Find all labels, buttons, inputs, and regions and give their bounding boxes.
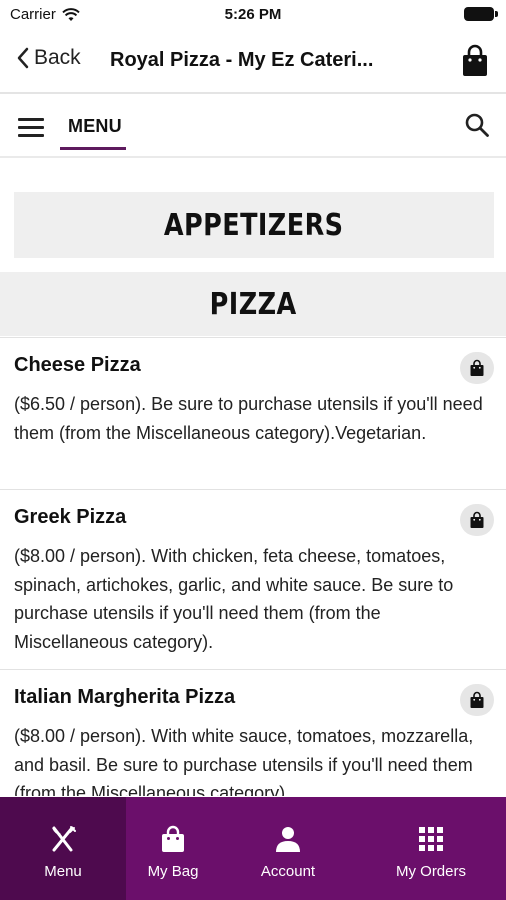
shopping-bag-icon (470, 511, 484, 528)
tab-label: Menu (44, 863, 82, 880)
menu-toolbar: MENU (0, 96, 506, 158)
category-title: PIZZA (209, 286, 297, 322)
add-to-bag-button[interactable] (460, 684, 494, 716)
item-name: Italian Margherita Pizza (14, 686, 236, 708)
add-to-bag-button[interactable] (460, 352, 494, 384)
item-name: Cheese Pizza (14, 354, 141, 376)
shopping-bag-icon (162, 825, 184, 852)
category-title: APPETIZERS (164, 207, 344, 243)
menu-item[interactable]: Greek Pizza ($8.00 / person). With chick… (0, 489, 506, 669)
person-icon (276, 827, 300, 852)
chevron-left-icon (17, 47, 29, 69)
search-icon (465, 113, 489, 137)
nav-bar: Back Royal Pizza - My Ez Cateri... (0, 32, 506, 94)
menu-content: APPETIZERS PIZZA Cheese Pizza ($6.50 / p… (0, 160, 506, 796)
shopping-bag-icon (463, 44, 487, 76)
shopping-bag-icon (470, 359, 484, 376)
category-pizza[interactable]: PIZZA (0, 272, 506, 336)
fork-knife-icon (52, 826, 76, 852)
tab-menu-bottom[interactable]: Menu (0, 797, 126, 900)
status-bar: Carrier 5:26 PM (0, 0, 506, 30)
tab-label: My Bag (147, 863, 199, 880)
add-to-bag-button[interactable] (460, 504, 494, 536)
tab-my-orders[interactable]: My Orders (356, 797, 506, 900)
page-title: Royal Pizza - My Ez Cateri... (110, 49, 374, 71)
tab-my-bag[interactable]: My Bag (126, 797, 220, 900)
tab-label: My Orders (395, 863, 466, 880)
item-description: ($8.00 / person). With chicken, feta che… (14, 546, 454, 652)
shopping-bag-icon (470, 691, 484, 708)
search-button[interactable] (464, 112, 490, 138)
status-time: 5:26 PM (224, 6, 282, 23)
back-label: Back (34, 46, 81, 69)
menu-item[interactable]: Italian Margherita Pizza ($8.00 / person… (0, 669, 506, 796)
item-description: ($8.00 / person). With white sauce, toma… (14, 726, 474, 796)
tab-account[interactable]: Account (220, 797, 356, 900)
hamburger-menu-icon[interactable] (18, 118, 44, 138)
cart-button[interactable] (460, 44, 490, 78)
menu-item[interactable]: Cheese Pizza ($6.50 / person). Be sure t… (0, 337, 506, 489)
category-appetizers[interactable]: APPETIZERS (14, 192, 494, 258)
tab-menu[interactable]: MENU (60, 112, 126, 150)
grid-icon (419, 827, 443, 851)
item-name: Greek Pizza (14, 506, 127, 528)
bottom-tab-bar: Menu My Bag Account My Orders (0, 797, 506, 900)
tab-label: Account (260, 863, 316, 880)
tab-menu-label: MENU (68, 116, 122, 136)
back-button[interactable]: Back (16, 46, 81, 70)
battery-icon (464, 7, 498, 21)
item-description: ($6.50 / person). Be sure to purchase ut… (14, 394, 483, 443)
